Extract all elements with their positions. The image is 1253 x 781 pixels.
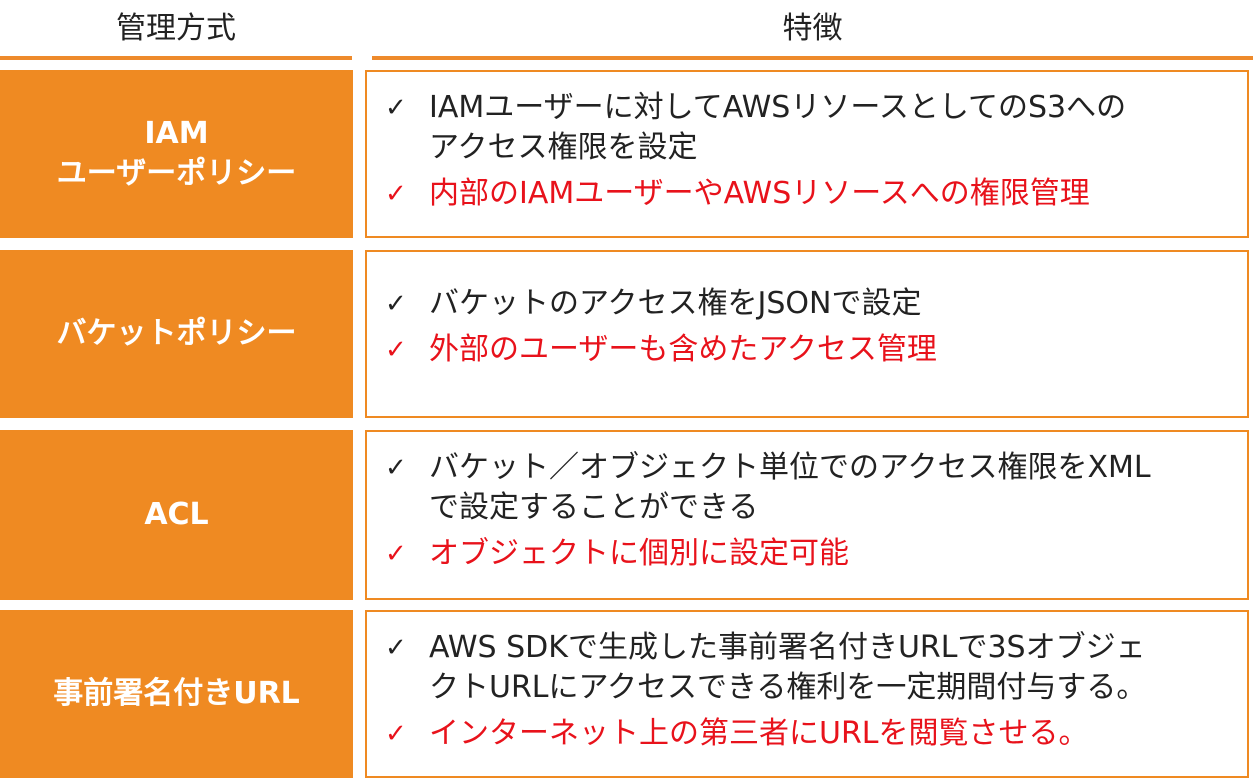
method-label-cell: ACL bbox=[0, 430, 353, 600]
feature-item: ✓ AWS SDKで生成した事前署名付きURLで3Sオブジェ クトURLにアクセ… bbox=[385, 628, 1233, 708]
feature-text: 外部のユーザーも含めたアクセス管理 bbox=[429, 332, 937, 367]
check-icon: ✓ bbox=[385, 539, 407, 569]
features-cell: ✓ IAMユーザーに対してAWSリソースとしてのS3への アクセス権限を設定 ✓… bbox=[365, 70, 1249, 238]
feature-item: ✓ バケット／オブジェクト単位でのアクセス権限をXML で設定することができる bbox=[385, 448, 1233, 528]
header-underline-left bbox=[0, 56, 352, 60]
method-label-line1: ACL bbox=[144, 497, 209, 532]
feature-item: ✓ バケットのアクセス権をJSONで設定 bbox=[385, 284, 1233, 324]
check-icon: ✓ bbox=[385, 335, 407, 365]
check-icon: ✓ bbox=[385, 93, 407, 123]
method-label-cell: バケットポリシー bbox=[0, 250, 353, 418]
table-row-iam-user-policy: IAM ユーザーポリシー ✓ IAMユーザーに対してAWSリソースとしてのS3へ… bbox=[0, 70, 1253, 238]
feature-text: 内部のIAMユーザーやAWSリソースへの権限管理 bbox=[429, 176, 1090, 211]
feature-item-highlight: ✓ オブジェクトに個別に設定可能 bbox=[385, 534, 1233, 574]
feature-item-highlight: ✓ 内部のIAMユーザーやAWSリソースへの権限管理 bbox=[385, 174, 1233, 214]
feature-text: インターネット上の第三者にURLを閲覧させる。 bbox=[429, 716, 1089, 751]
feature-text: AWS SDKで生成した事前署名付きURLで3Sオブジェ クトURLにアクセスで… bbox=[429, 630, 1147, 705]
check-icon: ✓ bbox=[385, 453, 407, 483]
check-icon: ✓ bbox=[385, 289, 407, 319]
feature-text: オブジェクトに個別に設定可能 bbox=[429, 536, 849, 571]
feature-text: IAMユーザーに対してAWSリソースとしてのS3への アクセス権限を設定 bbox=[429, 90, 1127, 165]
header-underline-right bbox=[372, 56, 1253, 60]
method-label-cell: 事前署名付きURL bbox=[0, 610, 353, 778]
feature-text: バケット／オブジェクト単位でのアクセス権限をXML で設定することができる bbox=[429, 450, 1151, 525]
feature-item-highlight: ✓ インターネット上の第三者にURLを閲覧させる。 bbox=[385, 714, 1233, 754]
method-label-line1: バケットポリシー bbox=[56, 316, 297, 351]
feature-text: バケットのアクセス権をJSONで設定 bbox=[429, 286, 922, 321]
check-icon: ✓ bbox=[385, 719, 407, 749]
check-icon: ✓ bbox=[385, 633, 407, 663]
features-cell: ✓ AWS SDKで生成した事前署名付きURLで3Sオブジェ クトURLにアクセ… bbox=[365, 610, 1249, 778]
method-label-line1: 事前署名付きURL bbox=[53, 676, 300, 711]
table-row-bucket-policy: バケットポリシー ✓ バケットのアクセス権をJSONで設定 ✓ 外部のユーザーも… bbox=[0, 250, 1253, 418]
feature-item: ✓ IAMユーザーに対してAWSリソースとしてのS3への アクセス権限を設定 bbox=[385, 88, 1233, 168]
method-label-cell: IAM ユーザーポリシー bbox=[0, 70, 353, 238]
method-label-line1: IAM bbox=[144, 116, 209, 151]
table-row-acl: ACL ✓ バケット／オブジェクト単位でのアクセス権限をXML で設定することが… bbox=[0, 430, 1253, 600]
feature-item-highlight: ✓ 外部のユーザーも含めたアクセス管理 bbox=[385, 330, 1233, 370]
column-header-method: 管理方式 bbox=[116, 11, 236, 46]
method-label-line2: ユーザーポリシー bbox=[56, 156, 297, 191]
check-icon: ✓ bbox=[385, 179, 407, 209]
table-row-presigned-url: 事前署名付きURL ✓ AWS SDKで生成した事前署名付きURLで3Sオブジェ… bbox=[0, 610, 1253, 778]
column-header-features: 特徴 bbox=[782, 11, 843, 46]
features-cell: ✓ バケットのアクセス権をJSONで設定 ✓ 外部のユーザーも含めたアクセス管理 bbox=[365, 250, 1249, 418]
features-cell: ✓ バケット／オブジェクト単位でのアクセス権限をXML で設定することができる … bbox=[365, 430, 1249, 600]
